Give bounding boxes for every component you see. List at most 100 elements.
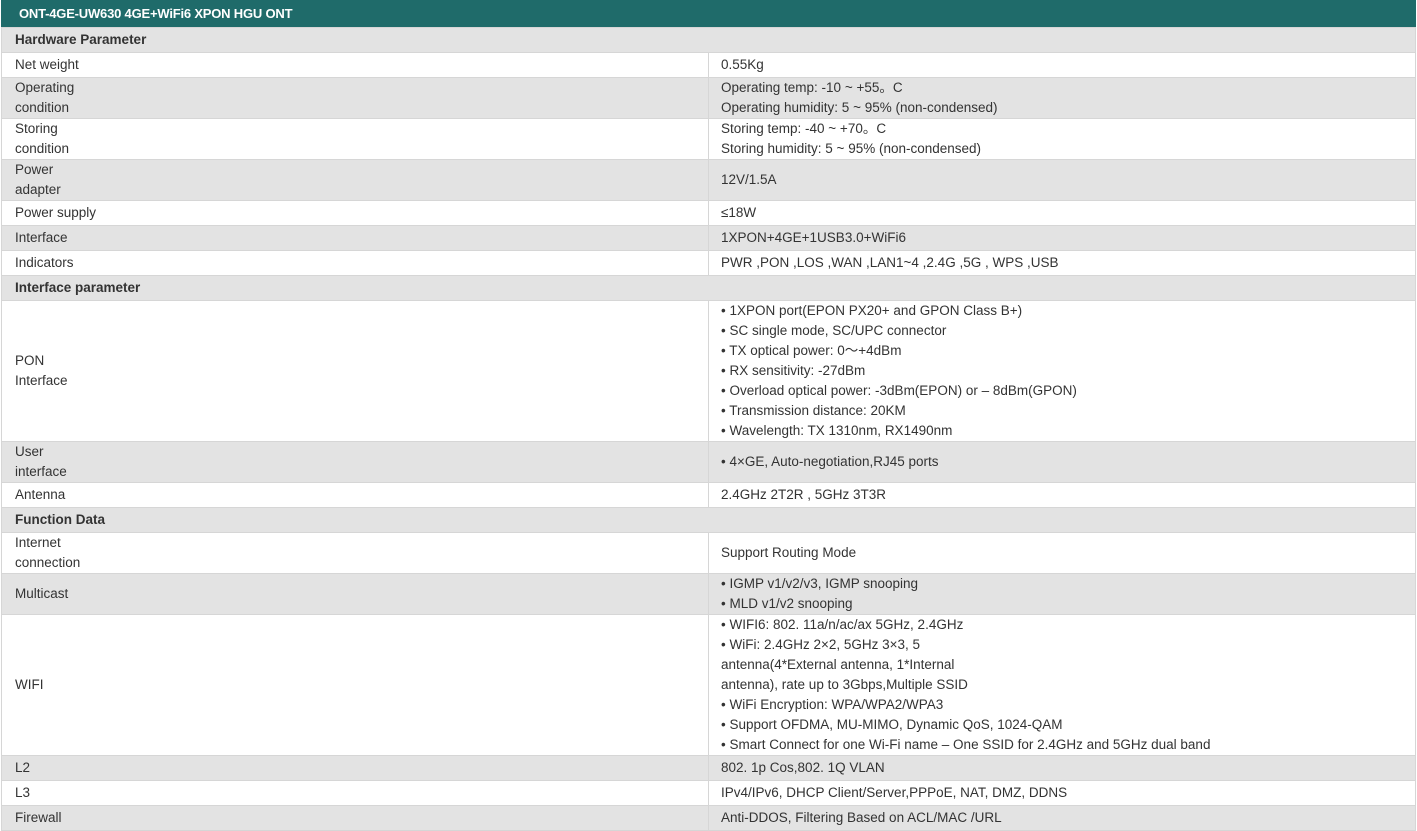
spec-table-body: Hardware Parameter Net weight 0.55Kg Operat…	[1, 27, 1416, 831]
spec-row: L3 IPv4/IPv6, DHCP Client/Server,PPPoE, N…	[1, 780, 1416, 806]
spec-value-line: • IGMP v1/v2/v3, IGMP snooping	[721, 576, 919, 591]
spec-value-line: 0.55Kg	[721, 57, 764, 72]
spec-title: ONT-4GE-UW630 4GE+WiFi6 XPON HGU ONT	[1, 0, 1416, 27]
spec-label-line: WIFI	[15, 677, 44, 692]
spec-value-line: Anti-DDOS, Filtering Based on ACL/MAC /U…	[721, 810, 1002, 825]
spec-label: Indicators	[1, 250, 709, 276]
spec-row: WIFI • WIFI6: 802. 11a/n/ac/ax 5GHz, 2.4G…	[1, 614, 1416, 756]
spec-label-line: condition	[15, 100, 70, 115]
section-header-row: Hardware Parameter	[1, 27, 1416, 53]
spec-label-line: interface	[15, 464, 67, 479]
spec-value: 0.55Kg	[708, 52, 1416, 78]
spec-value-line: antenna), rate up to 3Gbps,Multiple SSID	[721, 677, 968, 692]
spec-label: L2	[1, 755, 709, 781]
spec-label-line: PON	[15, 353, 45, 368]
spec-value-line: 802. 1p Cos,802. 1Q VLAN	[721, 760, 885, 775]
spec-label-line: L3	[15, 785, 31, 800]
spec-label-line: Net weight	[15, 57, 79, 72]
spec-row: Power supply ≤18W	[1, 200, 1416, 226]
spec-value: • IGMP v1/v2/v3, IGMP snooping • MLD v1/v…	[708, 573, 1416, 615]
spec-row: L2 802. 1p Cos,802. 1Q VLAN	[1, 755, 1416, 781]
spec-label-line: Storing	[15, 121, 58, 136]
section-title: Function Data	[1, 507, 1416, 533]
spec-label: Operating condition	[1, 77, 709, 119]
spec-value: PWR ,PON ,LOS ,WAN ,LAN1~4 ,2.4G ,5G , W…	[708, 250, 1416, 276]
spec-label: Net weight	[1, 52, 709, 78]
spec-row: User interface • 4×GE, Auto-negotiation,RJ…	[1, 441, 1416, 483]
spec-label-line: Interface	[15, 230, 68, 245]
spec-row: Operating condition Operating temp: -10 ~ …	[1, 77, 1416, 119]
spec-row: Storing condition Storing temp: -40 ~ +70。…	[1, 118, 1416, 160]
spec-label-line: L2	[15, 760, 31, 775]
section-title: Hardware Parameter	[1, 27, 1416, 53]
spec-value: Storing temp: -40 ~ +70。C Storing humidit…	[708, 118, 1416, 160]
spec-value-line: • Overload optical power: -3dBm(EPON) or…	[721, 383, 1077, 398]
spec-value-line: • WiFi Encryption: WPA/WPA2/WPA3	[721, 697, 944, 712]
section-header-row: Function Data	[1, 507, 1416, 533]
spec-value: 12V/1.5A	[708, 159, 1416, 201]
spec-label-line: adapter	[15, 182, 61, 197]
spec-label-line: Power supply	[15, 205, 97, 220]
spec-value-line: • Transmission distance: 20KM	[721, 403, 906, 418]
spec-value-line: • Support OFDMA, MU-MIMO, Dynamic QoS, 1…	[721, 717, 1063, 732]
section-header-row: Interface parameter	[1, 275, 1416, 301]
spec-value-line: • 4×GE, Auto-negotiation,RJ45 ports	[721, 454, 939, 469]
spec-row: Internet connection Support Routing Mode	[1, 532, 1416, 574]
spec-value-line: • TX optical power: 0～+4dBm	[721, 343, 902, 358]
spec-value: • 1XPON port(EPON PX20+ and GPON Class B…	[708, 300, 1416, 442]
spec-label: Power supply	[1, 200, 709, 226]
spec-label: PON Interface	[1, 300, 709, 442]
spec-label-line: Interface	[15, 373, 68, 388]
spec-row: Net weight 0.55Kg	[1, 52, 1416, 78]
spec-row: Power adapter 12V/1.5A	[1, 159, 1416, 201]
spec-value: IPv4/IPv6, DHCP Client/Server,PPPoE, NAT…	[708, 780, 1416, 806]
spec-label-line: connection	[15, 555, 81, 570]
spec-label-line: Power	[15, 162, 54, 177]
spec-value-line: • Wavelength: TX 1310nm, RX1490nm	[721, 423, 953, 438]
spec-value-line: Storing temp: -40 ~ +70。C	[721, 121, 887, 136]
spec-label: L3	[1, 780, 709, 806]
spec-value-line: • WIFI6: 802. 11a/n/ac/ax 5GHz, 2.4GHz	[721, 617, 964, 632]
spec-label: Interface	[1, 225, 709, 251]
spec-value: • 4×GE, Auto-negotiation,RJ45 ports	[708, 441, 1416, 483]
spec-value-line: • Smart Connect for one Wi-Fi name – One…	[721, 737, 1211, 752]
spec-value-line: • 1XPON port(EPON PX20+ and GPON Class B…	[721, 303, 1023, 318]
spec-row: Interface 1XPON+4GE+1USB3.0+WiFi6	[1, 225, 1416, 251]
spec-value-line: Support Routing Mode	[721, 545, 857, 560]
spec-value-line: • MLD v1/v2 snooping	[721, 596, 853, 611]
spec-label: WIFI	[1, 614, 709, 756]
spec-row: Multicast • IGMP v1/v2/v3, IGMP snooping •…	[1, 573, 1416, 615]
spec-value: Operating temp: -10 ~ +55。C Operating hum…	[708, 77, 1416, 119]
spec-value-line: • RX sensitivity: -27dBm	[721, 363, 866, 378]
spec-value-line: 1XPON+4GE+1USB3.0+WiFi6	[721, 230, 906, 245]
spec-value: Support Routing Mode	[708, 532, 1416, 574]
spec-value-line: Operating temp: -10 ~ +55。C	[721, 80, 903, 95]
spec-sheet: ONT-4GE-UW630 4GE+WiFi6 XPON HGU ONT Har…	[1, 0, 1416, 831]
spec-value-line: • SC single mode, SC/UPC connector	[721, 323, 947, 338]
spec-value-line: antenna(4*External antenna, 1*Internal	[721, 657, 955, 672]
spec-label-line: Operating	[15, 80, 75, 95]
spec-label-line: Indicators	[15, 255, 74, 270]
spec-label-line: Antenna	[15, 487, 66, 502]
spec-value-line: 12V/1.5A	[721, 172, 777, 187]
spec-value-line: ≤18W	[721, 205, 757, 220]
spec-row: Antenna 2.4GHz 2T2R , 5GHz 3T3R	[1, 482, 1416, 508]
spec-label: Multicast	[1, 573, 709, 615]
spec-value-line: Operating humidity: 5 ~ 95% (non-condens…	[721, 100, 998, 115]
spec-label: Internet connection	[1, 532, 709, 574]
spec-value-line: 2.4GHz 2T2R , 5GHz 3T3R	[721, 487, 887, 502]
spec-row: PON Interface • 1XPON port(EPON PX20+ and …	[1, 300, 1416, 442]
spec-value: ≤18W	[708, 200, 1416, 226]
spec-value-line: IPv4/IPv6, DHCP Client/Server,PPPoE, NAT…	[721, 785, 1068, 800]
spec-label-line: Multicast	[15, 586, 69, 601]
spec-value: 802. 1p Cos,802. 1Q VLAN	[708, 755, 1416, 781]
spec-label-line: Firewall	[15, 810, 62, 825]
spec-value-line: PWR ,PON ,LOS ,WAN ,LAN1~4 ,2.4G ,5G , W…	[721, 255, 1059, 270]
spec-row: Indicators PWR ,PON ,LOS ,WAN ,LAN1~4 ,2.…	[1, 250, 1416, 276]
spec-label-line: Internet	[15, 535, 61, 550]
spec-value-line: Storing humidity: 5 ~ 95% (non-condensed…	[721, 141, 982, 156]
spec-table: Hardware Parameter Net weight 0.55Kg Operat…	[1, 27, 1416, 831]
spec-label-line: condition	[15, 141, 70, 156]
spec-label: Antenna	[1, 482, 709, 508]
spec-value: 2.4GHz 2T2R , 5GHz 3T3R	[708, 482, 1416, 508]
